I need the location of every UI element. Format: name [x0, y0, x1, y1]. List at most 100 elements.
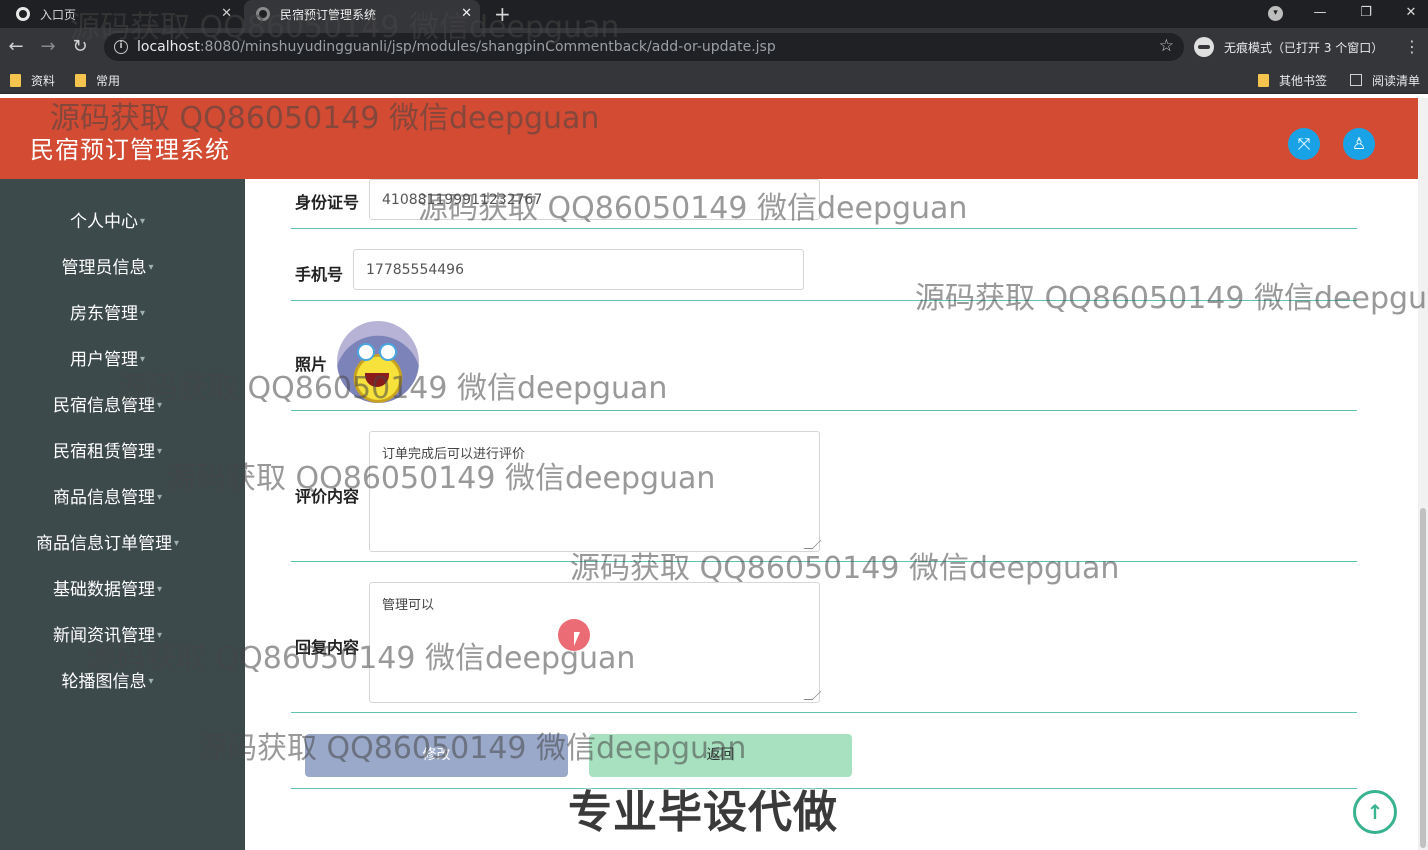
comment-text: 订单完成后可以进行评价: [382, 447, 526, 462]
form-row-comment: 评价内容 订单完成后可以进行评价: [291, 411, 1357, 562]
caret-down-icon: ▾: [148, 676, 154, 687]
form-row-photo: 照片: [291, 301, 1357, 411]
avatar-eye: [357, 343, 375, 361]
promo-text: 专业毕设代做: [568, 787, 838, 838]
tab-entry[interactable]: 入口页 ✕: [8, 0, 240, 28]
caret-down-icon: ▾: [148, 262, 154, 273]
url-path: :8080/minshuyudingguanli/jsp/modules/sha…: [199, 39, 776, 55]
cursor-icon: [574, 632, 580, 646]
submit-button[interactable]: 修改: [305, 734, 568, 777]
main-content: 身份证号 410881199911232767 手机号 17785554496 …: [245, 179, 1418, 850]
bookmark-folder[interactable]: 资料: [10, 72, 55, 88]
app-title: 民宿预订管理系统: [30, 136, 230, 164]
reply-textarea[interactable]: 管理可以: [369, 582, 822, 703]
caret-down-icon: ▾: [156, 492, 163, 503]
resize-handle-icon[interactable]: [803, 540, 822, 549]
caret-down-icon: ▾: [139, 308, 146, 319]
star-icon[interactable]: ☆: [1159, 36, 1174, 56]
id-card-input[interactable]: 410881199911232767: [369, 179, 820, 220]
caret-down-icon: ▾: [156, 400, 163, 411]
reply-label: 回复内容: [295, 638, 360, 657]
sidebar-item-users[interactable]: 用户管理 ▾: [0, 337, 215, 383]
caret-down-icon: ▾: [156, 584, 163, 595]
info-icon[interactable]: i: [114, 40, 128, 54]
more-menu-icon[interactable]: ⋮: [1404, 36, 1420, 58]
sidebar-item-goods-orders[interactable]: 商品信息订单管理 ▾: [0, 521, 215, 567]
bookmarks-bar: 资料 常用 其他书签 阅读清单: [0, 66, 1428, 94]
minimize-icon[interactable]: —: [1305, 2, 1335, 26]
folder-icon: [75, 73, 86, 87]
tab-active[interactable]: 民宿预订管理系统 ✕: [244, 0, 480, 28]
avatar-mouth: [365, 373, 389, 387]
scrollbar[interactable]: [1418, 98, 1428, 850]
close-icon[interactable]: ✕: [221, 6, 232, 22]
sidebar-item-personal-center[interactable]: 个人中心 ▾: [0, 199, 215, 245]
form-row-phone: 手机号 17785554496: [291, 229, 1357, 301]
avatar-eye: [379, 343, 397, 361]
sidebar-item-news[interactable]: 新闻资讯管理 ▾: [0, 613, 215, 659]
restore-icon[interactable]: ❐: [1351, 2, 1381, 26]
caret-down-icon: ▾: [156, 446, 163, 457]
close-window-icon[interactable]: ✕: [1396, 2, 1426, 26]
sidebar-item-admin-info[interactable]: 管理员信息 ▾: [0, 245, 215, 291]
sidebar-item-goods-info[interactable]: 商品信息管理 ▾: [0, 475, 215, 521]
reading-list-icon: [1350, 74, 1362, 86]
close-icon[interactable]: ✕: [461, 6, 472, 22]
phone-label: 手机号: [295, 265, 344, 284]
caret-down-icon: ▾: [139, 354, 146, 365]
id-card-label: 身份证号: [295, 193, 360, 212]
back-to-top-icon[interactable]: ↑: [1353, 790, 1397, 834]
bookmark-label: 常用: [96, 73, 121, 88]
folder-icon: [10, 73, 21, 87]
forward-arrow-icon[interactable]: →: [38, 36, 58, 58]
globe-icon: [256, 7, 270, 21]
sidebar-item-label: 房东管理: [69, 304, 138, 324]
comment-label: 评价内容: [295, 487, 360, 506]
sidebar-item-homestay-rental[interactable]: 民宿租赁管理 ▾: [0, 429, 215, 475]
url-host: localhost: [137, 39, 200, 55]
form-row-id-card: 身份证号 410881199911232767: [291, 179, 1357, 229]
other-bookmarks[interactable]: 其他书签: [1258, 72, 1327, 88]
globe-icon: [16, 7, 30, 21]
address-bar[interactable]: i localhost:8080/minshuyudingguanli/jsp/…: [104, 33, 1184, 61]
app-header: 民宿预订管理系统 ⤧ ♙: [0, 98, 1418, 179]
tab-search-icon[interactable]: ▾: [1268, 6, 1283, 21]
incognito-indicator[interactable]: 无痕模式（已打开 3 个窗口）: [1194, 34, 1383, 60]
sidebar-item-label: 管理员信息: [61, 258, 147, 278]
reply-text: 管理可以: [382, 598, 435, 613]
sidebar-item-label: 民宿租赁管理: [52, 442, 155, 462]
reload-icon[interactable]: ↻: [70, 36, 90, 58]
sidebar-item-label: 商品信息管理: [52, 488, 155, 508]
user-icon[interactable]: ♙: [1343, 128, 1375, 160]
sidebar-item-landlord[interactable]: 房东管理 ▾: [0, 291, 215, 337]
scrollbar-thumb[interactable]: [1420, 508, 1426, 848]
browser-toolbar: ← → ↻ i localhost:8080/minshuyudingguanl…: [0, 28, 1428, 66]
tab-label: 民宿预订管理系统: [280, 7, 377, 22]
fullscreen-icon[interactable]: ⤧: [1288, 128, 1320, 160]
back-arrow-icon[interactable]: ←: [6, 36, 26, 58]
new-tab-button[interactable]: +: [494, 3, 511, 25]
sidebar-item-label: 轮播图信息: [61, 672, 147, 692]
sidebar-item-base-data[interactable]: 基础数据管理 ▾: [0, 567, 215, 613]
sidebar-item-label: 用户管理: [69, 350, 138, 370]
sidebar-item-carousel[interactable]: 轮播图信息 ▾: [0, 659, 215, 705]
sidebar: 个人中心 ▾ 管理员信息 ▾ 房东管理 ▾ 用户管理 ▾ 民宿信息管理 ▾ 民宿租赁管理 ▾…: [0, 179, 245, 850]
reading-list[interactable]: 阅读清单: [1350, 72, 1420, 88]
phone-input[interactable]: 17785554496: [353, 249, 804, 290]
reading-list-label: 阅读清单: [1372, 73, 1421, 88]
form-row-reply: 回复内容 管理可以: [291, 562, 1357, 713]
sidebar-item-homestay-info[interactable]: 民宿信息管理 ▾: [0, 383, 215, 429]
avatar[interactable]: [337, 321, 419, 403]
incognito-label: 无痕模式（已打开 3 个窗口）: [1224, 40, 1384, 55]
sidebar-item-label: 商品信息订单管理: [35, 534, 172, 554]
resize-handle-icon[interactable]: [803, 691, 822, 700]
caret-down-icon: ▾: [173, 538, 180, 549]
tab-label: 入口页: [40, 7, 77, 22]
folder-icon: [1258, 73, 1269, 87]
sidebar-item-label: 个人中心: [69, 212, 138, 232]
caret-down-icon: ▾: [156, 630, 163, 641]
back-button[interactable]: 返回: [589, 734, 852, 777]
comment-textarea[interactable]: 订单完成后可以进行评价: [369, 431, 822, 552]
bookmark-folder[interactable]: 常用: [75, 72, 120, 88]
sidebar-item-label: 基础数据管理: [52, 580, 155, 600]
